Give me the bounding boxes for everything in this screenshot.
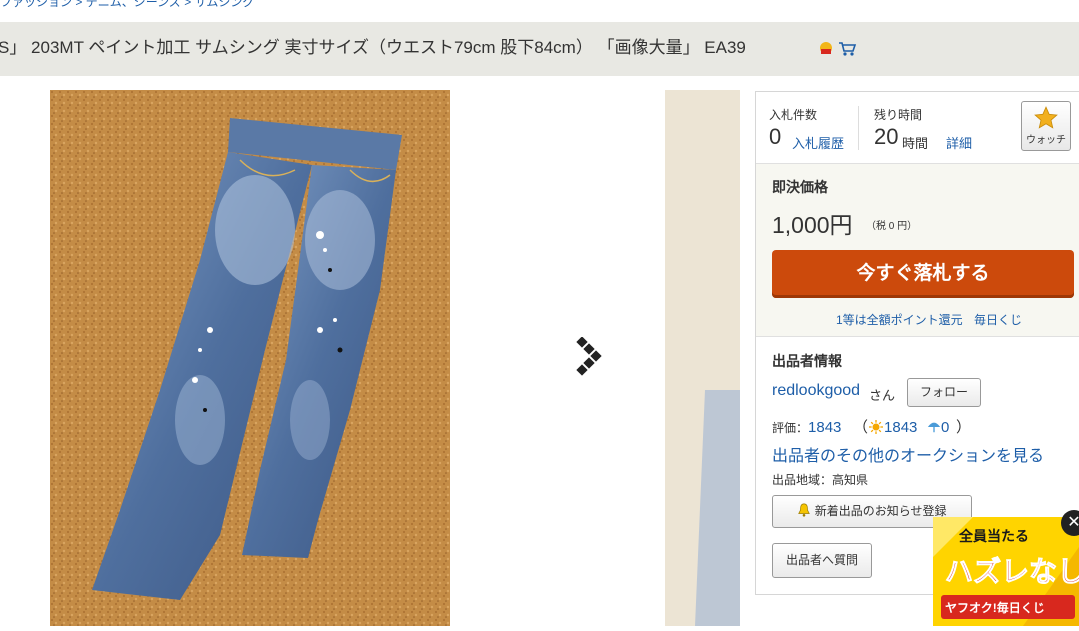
close-icon: ✕ (1067, 514, 1079, 531)
cart-icon (839, 42, 857, 56)
divider (858, 106, 859, 150)
new-item-icon (820, 42, 832, 54)
bid-count-label: 入札件数 (769, 108, 818, 122)
breadcrumb: ファッション > デニム、ジーンズ > サムシング (0, 0, 254, 10)
promo-link-lottery[interactable]: 毎日くじ (974, 313, 1022, 327)
bid-info: 入札件数 0 入札履歴 残り時間 20 時間 詳細 ウォッチ (756, 92, 1079, 164)
tax-note: （税 0 円） (866, 221, 918, 232)
bell-icon (798, 503, 811, 517)
breadcrumb-item-something[interactable]: サムシング (195, 0, 255, 9)
time-detail-link[interactable]: 詳細 (946, 133, 972, 152)
ad-line2: ハズレなし (945, 555, 1079, 587)
promo-links: 1等は全額ポイント還元 毎日くじ (756, 311, 1079, 328)
rating-paren-close: ） (956, 419, 972, 436)
breadcrumb-separator: > (184, 0, 192, 9)
umbrella-icon (927, 422, 941, 433)
rating-good[interactable]: 1843 (884, 419, 917, 436)
breadcrumb-separator: > (75, 0, 83, 9)
watch-button[interactable]: ウォッチ (1021, 101, 1071, 151)
time-left-unit: 時間 (902, 136, 929, 151)
star-icon (1034, 106, 1058, 129)
main-item-image[interactable] (50, 90, 450, 626)
buy-now-label: 即決価格 (772, 179, 828, 195)
rating-paren-open: （ (853, 419, 869, 436)
rating-bad[interactable]: 0 (941, 419, 949, 436)
time-left-value: 20 (874, 124, 899, 149)
watch-label: ウォッチ (1026, 135, 1066, 146)
notify-label: 新着出品のお知らせ登録 (814, 504, 947, 518)
buy-now-button[interactable]: 今すぐ落札する (772, 250, 1074, 298)
ad-line1: 全員当たる (958, 528, 1029, 544)
rating-total[interactable]: 1843 (808, 419, 841, 436)
title-icons (820, 42, 857, 56)
bid-history-link[interactable]: 入札履歴 (792, 133, 844, 152)
follow-button[interactable]: フォロー (907, 378, 981, 407)
ad-line3: ヤフオク!毎日くじ (945, 600, 1045, 615)
breadcrumb-item-fashion[interactable]: ファッション (0, 0, 72, 9)
time-left-label: 残り時間 (874, 108, 923, 122)
seller-location: 出品地域：高知県 (772, 473, 869, 487)
next-item-image[interactable] (665, 90, 740, 626)
seller-heading: 出品者情報 (772, 353, 842, 369)
seller-name-suffix: さん (869, 388, 896, 403)
seller-rating: 評価：1843 （1843 0 ） (772, 416, 971, 437)
promo-link-points[interactable]: 1等は全額ポイント還元 (836, 313, 963, 327)
lottery-ad-banner[interactable]: 全員当たる ハズレなし ヤフオク!毎日くじ (933, 517, 1079, 626)
buy-now-price: 1,000円 (772, 212, 853, 238)
ask-seller-button[interactable]: 出品者へ質問 (772, 543, 872, 578)
item-title: S」 203MT ペイント加工 サムシング 実寸サイズ（ウエスト79cm 股下8… (0, 38, 746, 57)
seller-name[interactable]: redlookgood (772, 382, 860, 400)
bid-count: 0 (769, 124, 782, 149)
title-bar: S」 203MT ペイント加工 サムシング 実寸サイズ（ウエスト79cm 股下8… (0, 22, 1079, 76)
other-auctions-link[interactable]: 出品者のその他のオークションを見る (772, 442, 1044, 466)
sun-icon (869, 420, 884, 434)
buy-now-section: 即決価格 1,000円 （税 0 円） 今すぐ落札する 1等は全額ポイント還元 … (756, 164, 1079, 337)
rating-label: 評価： (772, 421, 809, 435)
breadcrumb-item-denim[interactable]: デニム、ジーンズ (86, 0, 181, 9)
next-arrow-icon[interactable] (575, 337, 611, 381)
